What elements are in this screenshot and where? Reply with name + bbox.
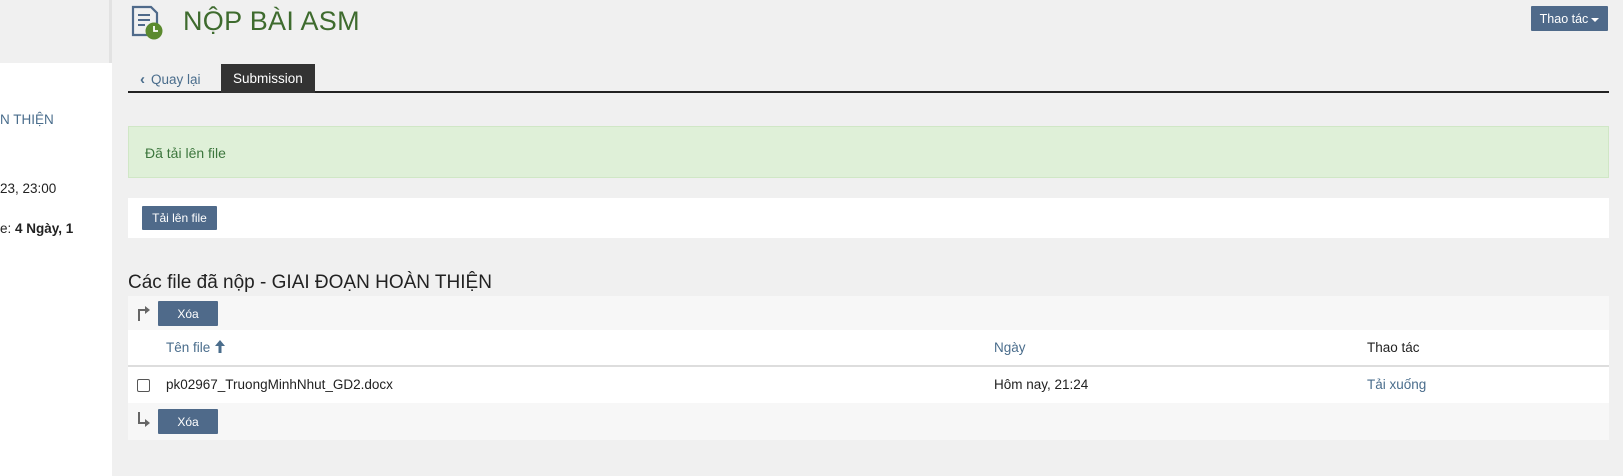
left-sidebar: N THIỆN 23, 23:00 e: 4 Ngày, 1 [0,0,112,476]
files-toolbar-top: Xóa [128,296,1609,330]
column-header-date[interactable]: Ngày [994,340,1026,355]
file-date: Hôm nay, 21:24 [994,377,1089,392]
sidebar-remaining-value: 4 Ngày, 1 [15,221,74,236]
sidebar-phase-link[interactable]: N THIỆN [0,112,54,127]
tab-bar: ‹ Quay lại Submission [128,63,1609,93]
upload-file-button[interactable]: Tải lên file [142,206,217,230]
assignment-icon [131,5,167,41]
files-table-header: Tên file Ngày Thao tác [128,330,1609,367]
column-header-name[interactable]: Tên file [166,340,226,355]
tab-submission[interactable]: Submission [221,64,315,93]
files-toolbar-bottom: Xóa [128,403,1609,440]
file-name: pk02967_TruongMinhNhut_GD2.docx [166,377,393,392]
submitted-files-title: Các file đã nộp - GIAI ĐOẠN HOÀN THIỆN [128,272,492,293]
actions-button-label: Thao tác [1539,11,1589,26]
sidebar-remaining-prefix: e: [0,221,16,236]
tab-back-label: Quay lại [151,72,201,87]
sidebar-remaining: e: 4 Ngày, 1 [0,221,73,236]
success-alert: Đã tải lên file [128,126,1609,178]
column-header-actions: Thao tác [1367,340,1420,355]
tab-back[interactable]: ‹ Quay lại [140,71,201,88]
sidebar-deadline: 23, 23:00 [0,181,57,196]
caret-down-icon [1591,17,1600,22]
alert-message: Đã tải lên file [145,145,226,161]
actions-dropdown-button[interactable]: Thao tác [1531,6,1608,31]
turn-right-arrow-icon [136,304,152,322]
table-row: pk02967_TruongMinhNhut_GD2.docx Hôm nay,… [128,367,1609,403]
upload-bar: Tải lên file [128,198,1609,238]
page-title: NỘP BÀI ASM [183,6,360,36]
column-header-name-label: Tên file [166,340,211,355]
file-select-checkbox[interactable] [137,379,150,392]
download-link[interactable]: Tải xuống [1367,377,1426,392]
sort-up-arrow-icon [215,340,226,353]
delete-button-bottom[interactable]: Xóa [158,409,218,434]
delete-button-top[interactable]: Xóa [158,301,218,326]
turn-down-arrow-icon [136,411,152,429]
chevron-left-icon: ‹ [140,71,145,88]
